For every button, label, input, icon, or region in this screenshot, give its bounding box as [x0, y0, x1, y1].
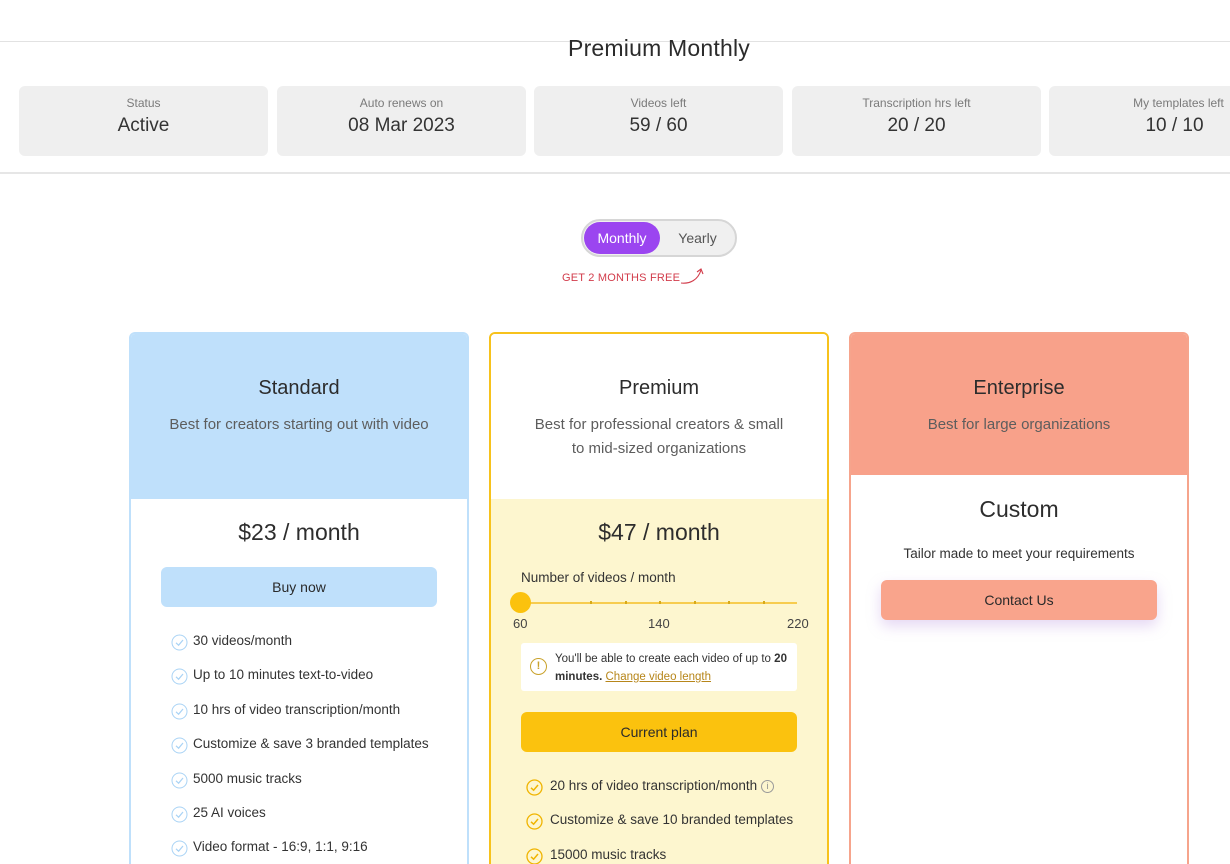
plan-price: $47 / month — [598, 519, 720, 545]
promo-text: GET 2 MONTHS FREE — [562, 272, 681, 284]
stat-value: 20 / 20 — [887, 115, 946, 136]
stat-label: Transcription hrs left — [862, 96, 971, 110]
stat-label: Videos left — [630, 96, 687, 110]
toggle-yearly[interactable]: Yearly — [660, 222, 735, 254]
feature-text: 10 hrs of video transcription/month — [193, 701, 401, 717]
section-divider — [0, 172, 1230, 174]
check-circle-icon — [171, 737, 188, 754]
plan-description: Best for creators starting out with vide… — [169, 416, 429, 433]
curved-arrow-icon — [680, 268, 704, 284]
check-circle-icon — [171, 668, 188, 685]
feature-text: Up to 10 minutes text-to-video — [193, 667, 374, 683]
list-item: Customize & save 3 branded templates — [171, 736, 429, 770]
billing-period-toggle[interactable]: Monthly Yearly — [581, 219, 737, 257]
current-plan-button[interactable]: Current plan — [521, 712, 797, 752]
check-circle-icon — [171, 806, 188, 823]
plan-header: Enterprise Best for large organizations — [851, 334, 1187, 475]
stat-templates-left: My templates left 10 / 10 — [1049, 86, 1230, 156]
slider-mid-label: 140 — [648, 616, 670, 631]
slider-tick — [625, 601, 627, 604]
stat-value: 59 / 60 — [629, 115, 688, 136]
feature-text: 30 videos/month — [193, 633, 293, 648]
videos-slider-label: Number of videos / month — [521, 570, 676, 585]
stat-value: 10 / 10 — [1145, 115, 1204, 136]
current-plan-title: Premium Monthly — [568, 35, 750, 61]
stat-label: Auto renews on — [359, 96, 444, 110]
stat-status: Status Active — [19, 86, 268, 156]
stat-transcription-left: Transcription hrs left 20 / 20 — [792, 86, 1041, 156]
slider-max-label: 220 — [787, 616, 809, 631]
plan-header: Standard Best for creators starting out … — [131, 334, 467, 499]
stat-label: My templates left — [1133, 96, 1224, 110]
feature-list: 20 hrs of video transcription/month i Cus… — [526, 778, 793, 864]
check-circle-icon — [171, 634, 188, 651]
stat-label: Status — [126, 96, 161, 110]
list-item: 30 videos/month — [171, 633, 429, 667]
check-circle-icon — [526, 779, 543, 796]
videos-slider-handle[interactable] — [510, 592, 531, 613]
check-circle-icon — [171, 703, 188, 720]
plan-price: Custom — [979, 496, 1059, 522]
plan-name: Premium — [618, 377, 699, 399]
plan-price: $23 / month — [238, 519, 360, 545]
plan-description: Best for large organizations — [927, 416, 1111, 433]
slider-min-label: 60 — [513, 616, 528, 631]
toggle-monthly[interactable]: Monthly — [584, 222, 660, 254]
list-item: 10 hrs of video transcription/month — [171, 702, 429, 736]
feature-text: Video format - 16:9, 1:1, 9:16 — [193, 839, 368, 855]
info-icon[interactable]: i — [761, 780, 775, 793]
list-item: 5000 music tracks — [171, 771, 429, 805]
plan-description: Best for professional creators & small t… — [534, 416, 784, 457]
feature-text: Customize & save 3 branded templates — [193, 736, 429, 752]
warning-icon: ! — [530, 658, 547, 675]
check-circle-icon — [526, 848, 543, 864]
video-length-note: ! You'll be able to create each video of… — [521, 643, 797, 691]
feature-text: 5000 music tracks — [193, 770, 302, 786]
check-circle-icon — [526, 813, 543, 831]
plan-name: Enterprise — [973, 377, 1065, 399]
contact-us-button[interactable]: Contact Us — [881, 580, 1157, 620]
check-circle-icon — [171, 772, 188, 789]
list-item: 25 AI voices — [171, 805, 429, 839]
slider-tick — [728, 601, 730, 604]
stat-videos-left: Videos left 59 / 60 — [534, 86, 783, 156]
feature-text: Customize & save 10 branded templates — [550, 812, 794, 828]
list-item: Video format - 16:9, 1:1, 9:16 — [171, 839, 429, 864]
plan-card-enterprise: Enterprise Best for large organizations … — [849, 332, 1189, 864]
slider-tick — [590, 601, 592, 604]
feature-text: 25 AI voices — [193, 804, 266, 820]
plan-subtext: Tailor made to meet your requirements — [903, 546, 1135, 561]
buy-now-button[interactable]: Buy now — [161, 567, 437, 607]
change-video-length-link[interactable]: Change video length — [606, 671, 712, 683]
plan-header: Premium Best for professional creators &… — [491, 334, 827, 499]
stat-value: Active — [117, 115, 170, 136]
feature-text: 20 hrs of video transcription/month — [550, 778, 758, 793]
feature-list: 30 videos/month Up to 10 minutes text-to… — [171, 633, 429, 864]
plan-name: Standard — [258, 377, 340, 399]
plan-card-standard: Standard Best for creators starting out … — [129, 332, 469, 864]
slider-tick — [763, 601, 765, 604]
slider-tick — [659, 601, 661, 604]
stat-auto-renew: Auto renews on 08 Mar 2023 — [277, 86, 526, 156]
list-item: 20 hrs of video transcription/month i — [526, 778, 793, 812]
list-item: Up to 10 minutes text-to-video — [171, 667, 429, 701]
plan-card-premium: Premium Best for professional creators &… — [489, 332, 829, 864]
feature-text: 15000 music tracks — [550, 846, 667, 862]
slider-tick — [694, 601, 696, 604]
stat-value: 08 Mar 2023 — [348, 115, 455, 136]
list-item: 15000 music tracks — [526, 847, 793, 864]
check-circle-icon — [171, 840, 188, 857]
note-text: You'll be able to create each video of u… — [555, 653, 787, 683]
list-item: Customize & save 10 branded templates — [526, 812, 793, 846]
